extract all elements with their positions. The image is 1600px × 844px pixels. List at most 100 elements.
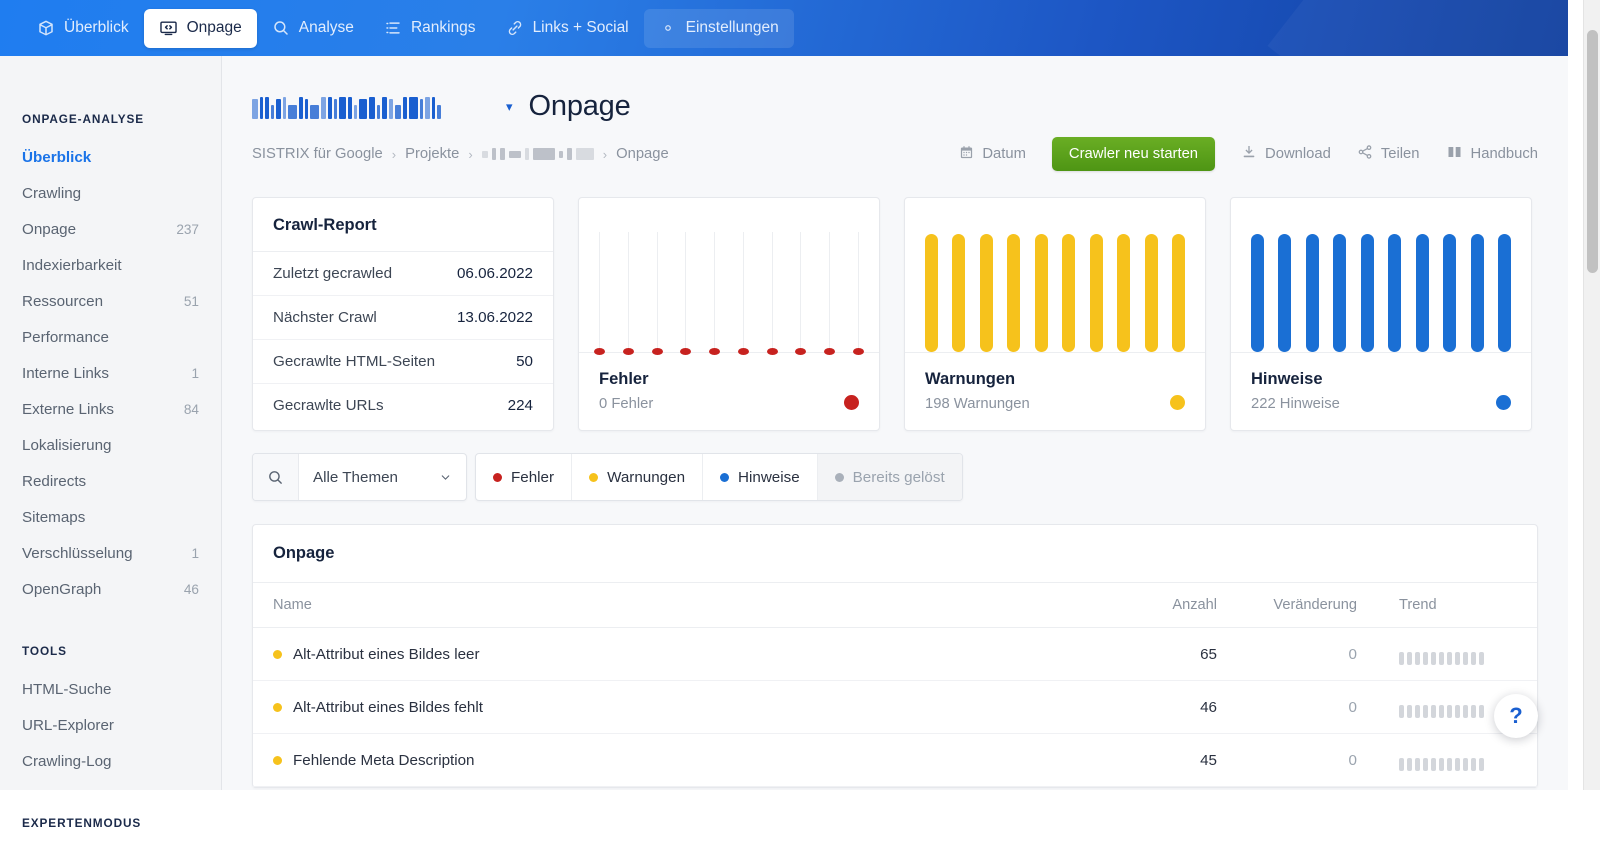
sparkline-bar xyxy=(1431,652,1436,665)
filter-chip-bereits-geloest[interactable]: Bereits gelöst xyxy=(817,454,962,500)
filter-chip-warnungen[interactable]: Warnungen xyxy=(572,454,704,500)
metric-footer: Warnungen 198 Warnungen xyxy=(905,353,1205,430)
chart-bar xyxy=(925,234,938,352)
sidebar-item-label: Verschlüsselung xyxy=(22,545,133,562)
breadcrumb-item-project-redacted[interactable] xyxy=(481,148,594,161)
chip-label: Bereits gelöst xyxy=(852,468,945,486)
cell-name: Fehlende Meta Description xyxy=(253,733,1107,787)
sparkline-bar xyxy=(1439,758,1444,771)
sidebar-item-label: Sitemaps xyxy=(22,509,86,526)
sidebar-item-count: 1 xyxy=(191,546,199,561)
topic-select[interactable]: Alle Themen xyxy=(299,454,466,500)
sparkline-bar xyxy=(1479,758,1484,771)
dot-info xyxy=(720,472,730,482)
sidebar-item-ressourcen[interactable]: Ressourcen 51 xyxy=(0,284,221,320)
redacted-block xyxy=(283,96,286,119)
redacted-block xyxy=(395,104,401,119)
dot-error xyxy=(493,472,502,482)
redacted-block xyxy=(499,148,505,160)
breadcrumb-item-onpage: Onpage xyxy=(616,146,669,162)
chart-bar xyxy=(1171,234,1185,352)
share-button[interactable]: Teilen xyxy=(1357,144,1420,164)
header-actions: Datum Crawler neu starten Download Teile… xyxy=(959,137,1538,171)
restart-crawler-button[interactable]: Crawler neu starten xyxy=(1051,137,1216,171)
sidebar-item-uberblick[interactable]: Überblick xyxy=(0,140,221,176)
sidebar-item-url-explorer[interactable]: URL-Explorer xyxy=(0,708,221,744)
sparkline-bar xyxy=(1423,705,1428,718)
filter-chip-hinweise[interactable]: Hinweise xyxy=(703,454,818,500)
severity-dot xyxy=(273,702,282,712)
crawl-report-title: Crawl-Report xyxy=(253,198,553,252)
sparkline-bar xyxy=(1447,652,1452,665)
sidebar: ONPAGE-ANALYSE Überblick Crawling Onpage… xyxy=(0,56,222,830)
sidebar-item-sitemaps[interactable]: Sitemaps xyxy=(0,500,221,536)
nav-label: Einstellungen xyxy=(685,19,779,36)
redacted-block xyxy=(354,104,357,119)
chart-bar xyxy=(1034,234,1048,352)
scrollbar-thumb[interactable] xyxy=(1587,30,1598,273)
redacted-block xyxy=(524,148,529,160)
download-button[interactable]: Download xyxy=(1241,144,1331,164)
nav-item-analyse[interactable]: Analyse xyxy=(257,9,369,48)
sidebar-item-externe-links[interactable]: Externe Links 84 xyxy=(0,392,221,428)
search-icon xyxy=(272,19,290,37)
redacted-block xyxy=(491,148,496,160)
sparkline-bar xyxy=(1455,758,1460,771)
redacted-block xyxy=(481,150,488,158)
sidebar-item-onpage[interactable]: Onpage 237 xyxy=(0,212,221,248)
nav-item-onpage[interactable]: Onpage xyxy=(143,8,257,48)
crawl-report-row: Zuletzt gecrawled 06.06.2022 xyxy=(253,252,553,296)
table-row[interactable]: Fehlende Meta Description 45 0 xyxy=(253,733,1537,787)
redacted-block xyxy=(339,96,346,119)
row-label: Gecrawlte URLs xyxy=(273,397,384,414)
sidebar-item-performance[interactable]: Performance xyxy=(0,320,221,356)
manual-button[interactable]: Handbuch xyxy=(1446,144,1538,164)
page-scrollbar[interactable] xyxy=(1583,0,1600,790)
sidebar-item-verschluesselung[interactable]: Verschlüsselung 1 xyxy=(0,536,221,572)
sidebar-item-label: Crawling-Log xyxy=(22,753,112,770)
nav-item-links-social[interactable]: Links + Social xyxy=(491,9,644,48)
redacted-block xyxy=(532,148,555,160)
project-name-redacted[interactable] xyxy=(252,95,488,119)
sidebar-item-lokalisierung[interactable]: Lokalisierung xyxy=(0,428,221,464)
metric-card-fehler[interactable]: Fehler 0 Fehler xyxy=(578,197,880,431)
metric-card-warnungen[interactable]: Warnungen 198 Warnungen xyxy=(904,197,1206,431)
nav-label: Rankings xyxy=(410,19,476,36)
sidebar-item-interne-links[interactable]: Interne Links 1 xyxy=(0,356,221,392)
redacted-block xyxy=(310,104,319,119)
column-header-name[interactable]: Name xyxy=(253,583,1107,628)
sidebar-item-redirects[interactable]: Redirects xyxy=(0,464,221,500)
topic-select-value: Alle Themen xyxy=(313,468,398,486)
table-row[interactable]: Alt-Attribut eines Bildes fehlt 46 0 xyxy=(253,680,1537,734)
chart-bar xyxy=(1470,234,1484,352)
filter-chip-fehler[interactable]: Fehler xyxy=(476,454,573,500)
column-header-veraenderung[interactable]: Veränderung xyxy=(1237,583,1377,628)
nav-item-einstellungen[interactable]: Einstellungen xyxy=(643,8,794,48)
sidebar-item-html-suche[interactable]: HTML-Suche xyxy=(0,672,221,708)
sidebar-item-crawling-log[interactable]: Crawling-Log xyxy=(0,744,221,780)
column-header-anzahl[interactable]: Anzahl xyxy=(1107,583,1237,628)
chart-stem xyxy=(766,232,778,355)
breadcrumb-item-projekte[interactable]: Projekte xyxy=(405,146,459,162)
metric-card-hinweise[interactable]: Hinweise 222 Hinweise xyxy=(1230,197,1532,431)
search-input[interactable] xyxy=(253,454,299,500)
sidebar-item-indexierbarkeit[interactable]: Indexierbarkeit xyxy=(0,248,221,284)
nav-item-rankings[interactable]: Rankings xyxy=(369,9,491,48)
breadcrumb-separator: › xyxy=(602,146,608,162)
help-button[interactable]: ? xyxy=(1494,694,1538,738)
sidebar-item-crawling[interactable]: Crawling xyxy=(0,176,221,212)
breadcrumb-item-sistrix[interactable]: SISTRIX für Google xyxy=(252,146,383,162)
breadcrumb-separator: › xyxy=(391,146,397,162)
redacted-block xyxy=(403,96,407,119)
row-value: 50 xyxy=(516,353,533,370)
date-button[interactable]: Datum xyxy=(959,145,1026,164)
chevron-down-icon[interactable]: ▾ xyxy=(506,99,513,115)
sidebar-item-opengraph[interactable]: OpenGraph 46 xyxy=(0,572,221,608)
cell-anzahl: 65 xyxy=(1107,627,1237,681)
crawl-report-card: Crawl-Report Zuletzt gecrawled 06.06.202… xyxy=(252,197,554,431)
table-row[interactable]: Alt-Attribut eines Bildes leer 65 0 xyxy=(253,627,1537,681)
nav-item-uberblick[interactable]: Überblick xyxy=(22,9,144,48)
cell-anzahl: 46 xyxy=(1107,680,1237,734)
column-header-trend[interactable]: Trend xyxy=(1377,583,1537,628)
redacted-block xyxy=(321,96,326,119)
